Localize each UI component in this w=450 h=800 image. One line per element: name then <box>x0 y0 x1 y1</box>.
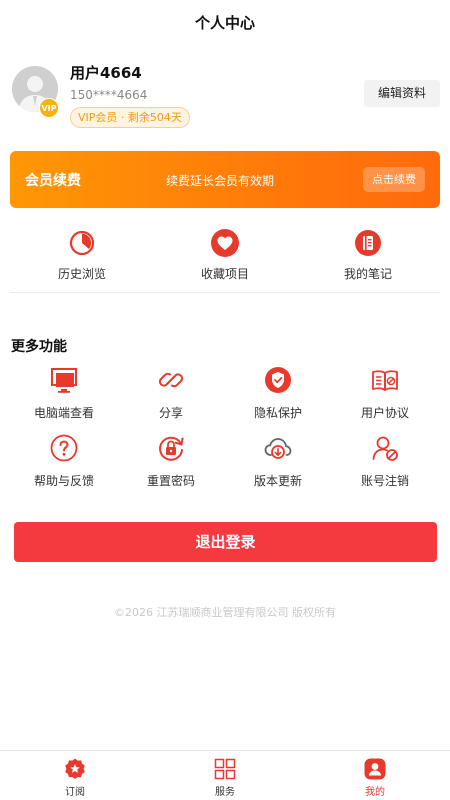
page-title: 个人中心 <box>194 14 255 32</box>
quick-link-label: 收藏项目 <box>200 267 249 281</box>
function-label: 分享 <box>158 406 183 420</box>
function-pc-view[interactable]: 电脑端查看 <box>8 364 120 421</box>
vip-status-badge: VIP会员 · 剩余504天 <box>70 107 190 128</box>
logout-button[interactable]: 退出登录 <box>14 522 437 562</box>
grid-icon <box>213 757 237 781</box>
tab-mine[interactable]: 我的 <box>325 757 425 798</box>
function-share[interactable]: 分享 <box>115 364 227 421</box>
notebook-icon <box>353 228 383 258</box>
shield-icon <box>262 364 294 396</box>
banner-title: 会员续费 <box>25 173 81 189</box>
tab-subscribe[interactable]: 订阅 <box>25 757 125 798</box>
more-functions-title: 更多功能 <box>11 339 67 355</box>
tab-label: 服务 <box>215 787 235 798</box>
function-user-agreement[interactable]: 用户协议 <box>329 364 441 421</box>
tab-services[interactable]: 服务 <box>175 757 275 798</box>
edit-profile-button[interactable]: 编辑资料 <box>364 80 440 107</box>
quick-link-favorites[interactable]: 收藏项目 <box>165 228 285 282</box>
renew-button[interactable]: 点击续费 <box>363 167 425 192</box>
function-privacy[interactable]: 隐私保护 <box>222 364 334 421</box>
function-delete-account[interactable]: 账号注销 <box>329 432 441 489</box>
copyright-text: ©2026 江苏瑞顺商业管理有限公司 版权所有 <box>114 606 336 619</box>
clock-icon <box>67 228 97 258</box>
function-label: 电脑端查看 <box>33 406 94 420</box>
username: 用户4664 <box>70 64 142 82</box>
lock-reset-icon <box>155 432 187 464</box>
user-cancel-icon <box>369 432 401 464</box>
divider <box>10 292 440 293</box>
vip-badge: VIP <box>39 98 59 118</box>
help-icon <box>48 432 80 464</box>
quick-link-history[interactable]: 历史浏览 <box>22 228 142 282</box>
function-label: 重置密码 <box>146 474 195 488</box>
function-label: 版本更新 <box>253 474 302 488</box>
quick-link-label: 我的笔记 <box>343 267 392 281</box>
heart-icon <box>210 228 240 258</box>
function-label: 帮助与反馈 <box>33 474 94 488</box>
tab-label: 订阅 <box>65 787 85 798</box>
function-label: 账号注销 <box>360 474 409 488</box>
star-badge-icon <box>63 757 87 781</box>
phone-number: 150****4664 <box>70 88 148 102</box>
quick-link-label: 历史浏览 <box>57 267 106 281</box>
link-icon <box>155 364 187 396</box>
book-icon <box>369 364 401 396</box>
function-label: 隐私保护 <box>253 406 302 420</box>
quick-link-notes[interactable]: 我的笔记 <box>308 228 428 282</box>
tab-label: 我的 <box>365 787 385 798</box>
cloud-download-icon <box>262 432 294 464</box>
function-version-update[interactable]: 版本更新 <box>222 432 334 489</box>
banner-description: 续费延长会员有效期 <box>166 174 275 188</box>
function-label: 用户协议 <box>360 406 409 420</box>
renew-banner[interactable]: 会员续费 续费延长会员有效期 点击续费 <box>10 151 440 208</box>
user-icon <box>363 757 387 781</box>
function-reset-password[interactable]: 重置密码 <box>115 432 227 489</box>
monitor-icon <box>48 364 80 396</box>
function-help[interactable]: 帮助与反馈 <box>8 432 120 489</box>
bottom-tab-bar: 订阅 服务 我的 <box>0 750 450 800</box>
